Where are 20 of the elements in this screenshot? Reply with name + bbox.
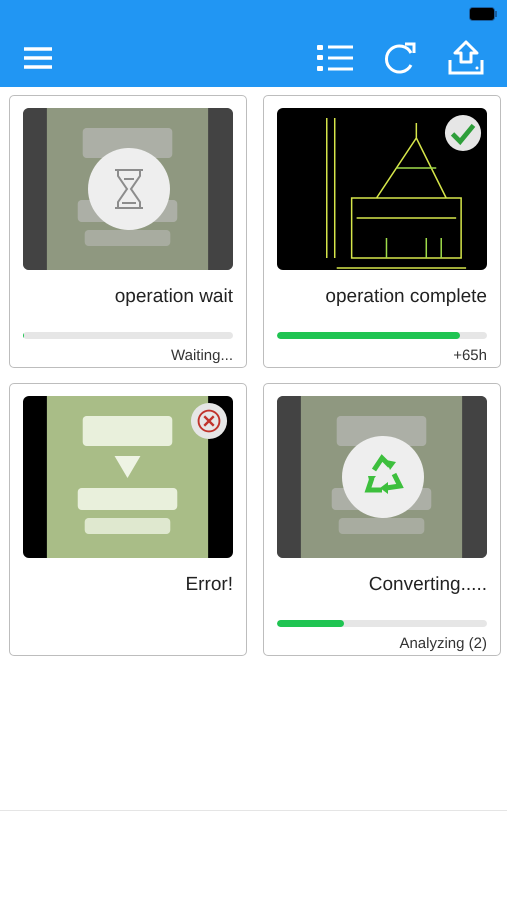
menu-icon[interactable] <box>23 46 53 70</box>
list-icon[interactable] <box>317 42 353 72</box>
job-card[interactable]: operation complete +65h <box>263 95 501 368</box>
job-card[interactable]: operation wait Waiting... <box>9 95 247 368</box>
job-title: operation complete <box>325 286 487 308</box>
checkmark-icon <box>444 114 482 152</box>
battery-icon <box>469 7 497 21</box>
status-text: Analyzing (2) <box>399 635 487 652</box>
job-title: operation wait <box>114 286 233 308</box>
recycle-icon <box>342 436 424 518</box>
status-text: +65h <box>453 347 487 364</box>
error-icon <box>190 402 228 440</box>
job-card[interactable]: Error! <box>9 383 247 656</box>
status-text: Waiting... <box>171 347 233 364</box>
upload-icon[interactable] <box>447 40 485 76</box>
hourglass-icon <box>88 148 170 230</box>
job-title: Error! <box>186 574 233 596</box>
refresh-icon[interactable] <box>383 40 417 74</box>
job-card[interactable]: Converting..... Analyzing (2) <box>263 383 501 656</box>
job-title: Converting..... <box>368 574 487 596</box>
